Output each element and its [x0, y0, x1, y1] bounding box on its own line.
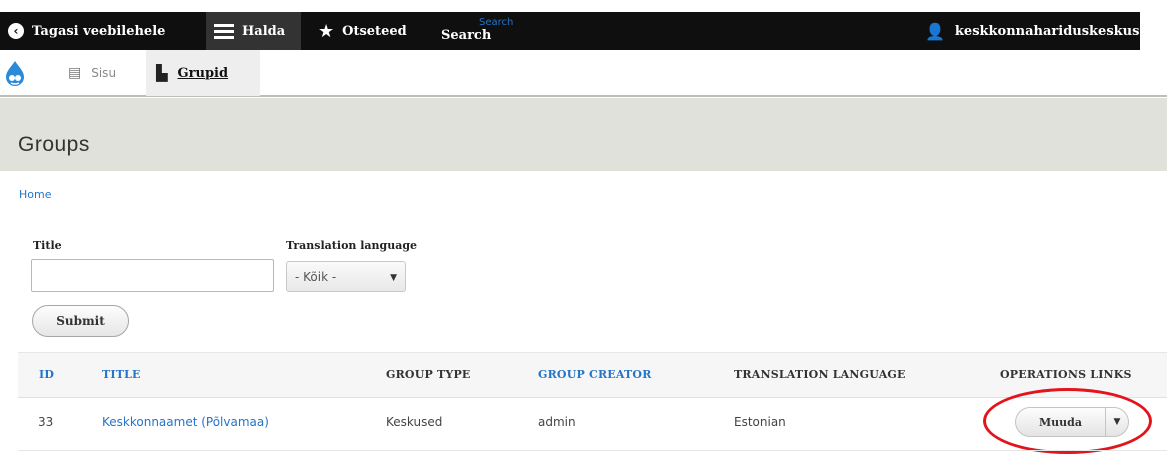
user-tab[interactable]: 👤 keskkonnahariduskeskus	[925, 12, 1139, 50]
page-header	[0, 98, 1167, 171]
manage-label: Halda	[242, 23, 286, 39]
cell-group-type: Keskused	[386, 415, 443, 429]
column-header-id[interactable]: ID	[39, 368, 54, 381]
search-tab[interactable]: Search Search	[441, 12, 513, 50]
tray-item-content-label: Sisu	[91, 66, 117, 80]
back-to-site-link[interactable]: ‹ Tagasi veebilehele	[8, 12, 165, 50]
star-icon: ★	[318, 20, 335, 42]
language-filter-label: Translation language	[286, 239, 418, 252]
cell-creator: admin	[538, 415, 576, 429]
user-icon: 👤	[925, 21, 945, 41]
column-header-operations: OPERATIONS LINKS	[1000, 368, 1132, 381]
cell-title-link[interactable]: Keskkonnaamet (Põlvamaa)	[102, 415, 269, 429]
title-filter-input[interactable]	[31, 259, 274, 292]
shortcuts-tab[interactable]: ★ Otseteed	[318, 12, 407, 50]
column-header-translation-language: TRANSLATION LANGUAGE	[734, 368, 906, 381]
tray-item-content[interactable]: ▤ Sisu	[68, 50, 116, 96]
tray-item-groups[interactable]: ▙ Grupid	[146, 50, 260, 96]
column-header-group-type: GROUP TYPE	[386, 368, 471, 381]
breadcrumb-home-link[interactable]: Home	[19, 188, 51, 201]
groups-icon: ▙	[156, 64, 168, 82]
table-row-divider	[18, 450, 1167, 451]
back-to-site-label: Tagasi veebilehele	[32, 23, 166, 39]
drupal-logo-icon[interactable]	[4, 60, 26, 88]
cell-language: Estonian	[734, 415, 786, 429]
manage-tab[interactable]: Halda	[206, 12, 301, 50]
cell-id: 33	[38, 415, 54, 429]
column-header-group-creator[interactable]: GROUP CREATOR	[538, 368, 652, 381]
chevron-left-icon: ‹	[8, 23, 24, 39]
search-label: Search	[441, 28, 492, 43]
search-hint: Search	[479, 17, 514, 28]
language-filter-selected: - Kõik -	[295, 269, 337, 284]
user-label: keskkonnahariduskeskus	[954, 23, 1140, 39]
page-title: Groups	[18, 133, 90, 156]
caret-down-icon: ▼	[390, 273, 397, 283]
title-filter-label: Title	[33, 239, 62, 252]
shortcuts-label: Otseteed	[342, 23, 407, 39]
tray-item-groups-label: Grupid	[177, 65, 229, 81]
column-header-title[interactable]: TITLE	[102, 368, 141, 381]
hamburger-icon	[214, 21, 234, 42]
highlight-annotation-circle	[983, 388, 1152, 454]
document-icon: ▤	[68, 65, 82, 81]
submit-button[interactable]: Submit	[32, 305, 129, 337]
language-filter-select[interactable]: - Kõik - ▼	[286, 261, 406, 292]
